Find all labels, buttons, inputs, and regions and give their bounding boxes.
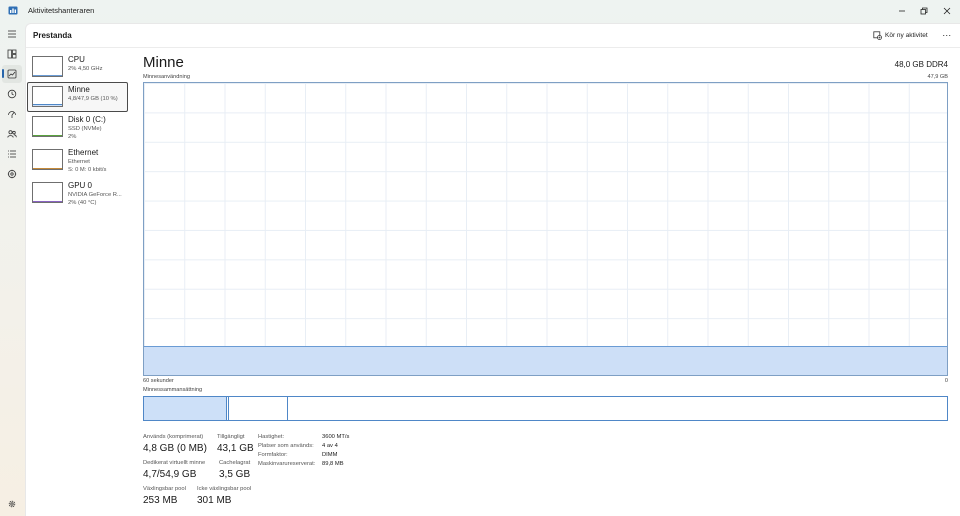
sidebar-item-detail: 2%	[68, 133, 77, 140]
memory-thumbnail-graph	[32, 86, 63, 107]
speed-label: Hastighet:	[258, 434, 285, 440]
sidebar-item-detail: 2% (40 °C)	[68, 199, 97, 206]
run-new-task-label: Kör ny aktivitet	[885, 31, 928, 39]
processes-icon	[7, 49, 17, 59]
memory-usage-area	[144, 345, 947, 375]
services-icon	[7, 169, 17, 179]
sidebar-item-ethernet[interactable]: Ethernet Ethernet S: 0 M: 0 kbit/s	[27, 145, 128, 175]
cached-label: Cachelagrat	[219, 460, 251, 466]
sidebar-item-gpu[interactable]: GPU 0 NVIDIA GeForce R... 2% (40 °C)	[27, 178, 128, 208]
nav-details[interactable]	[2, 145, 22, 163]
usage-graph-label: Minnesanvändning	[143, 74, 190, 80]
nav-performance[interactable]	[2, 65, 22, 83]
restore-icon	[920, 7, 928, 15]
app-history-icon	[7, 89, 17, 99]
nav-startup-apps[interactable]	[2, 105, 22, 123]
sidebar-item-cpu[interactable]: CPU 2% 4,50 GHz	[27, 52, 128, 82]
slots-used-label: Platser som används:	[258, 443, 314, 449]
sidebar-item-detail: Ethernet	[68, 159, 90, 165]
graph-time-end: 0	[944, 378, 948, 384]
sidebar-item-label: Ethernet	[68, 148, 99, 157]
sidebar-item-label: GPU 0	[68, 181, 93, 190]
sidebar-item-detail: 4,8/47,9 GB (10 %)	[68, 96, 118, 102]
nav-users[interactable]	[2, 125, 22, 143]
speed-value: 3600 MT/s	[322, 434, 350, 440]
sidebar-item-memory[interactable]: Minne 4,8/47,9 GB (10 %)	[27, 82, 128, 112]
details-icon	[8, 150, 16, 158]
composition-label: Minnessammansättning	[143, 387, 203, 393]
hardware-reserved-value: 89,8 MB	[322, 461, 344, 467]
minimize-button[interactable]	[890, 0, 914, 22]
sidebar-item-label: CPU	[68, 55, 85, 64]
nav-services[interactable]	[2, 165, 22, 183]
committed-label: Dedikerat virtuellt minne	[143, 460, 206, 466]
memory-composition-bar[interactable]	[143, 396, 948, 421]
sidebar-item-detail: NVIDIA GeForce R...	[68, 192, 122, 198]
hardware-reserved-label: Maskinvarureserverat:	[258, 461, 316, 467]
gpu-thumbnail-graph	[32, 182, 63, 203]
minimize-icon	[899, 10, 905, 12]
paged-pool-label: Växlingsbar pool	[143, 486, 186, 492]
window-title: Aktivitetshanteraren	[28, 6, 95, 15]
gear-icon	[8, 500, 16, 508]
startup-apps-icon	[8, 111, 16, 118]
memory-spec: 48,0 GB DDR4	[894, 60, 948, 69]
restore-button[interactable]	[912, 0, 936, 22]
run-task-icon	[873, 30, 882, 40]
users-icon	[7, 130, 17, 138]
close-icon	[943, 7, 951, 15]
available-value: 43,1 GB	[217, 443, 254, 454]
nav-processes[interactable]	[2, 45, 22, 63]
nav-settings[interactable]	[2, 495, 22, 513]
form-factor-value: DIMM	[322, 452, 338, 458]
graph-time-span: 60 sekunder	[143, 378, 174, 384]
form-factor-label: Formfaktor:	[258, 452, 288, 458]
more-options-button[interactable]: ...	[940, 29, 954, 41]
sidebar-item-disk[interactable]: Disk 0 (C:) SSD (NVMe) 2%	[27, 112, 128, 142]
composition-standby	[229, 397, 288, 420]
task-manager-app-icon	[8, 6, 18, 15]
run-new-task-button[interactable]: Kör ny aktivitet	[873, 29, 928, 41]
usage-graph-max: 47,9 GB	[927, 74, 948, 80]
sidebar-item-label: Minne	[68, 85, 90, 94]
committed-value: 4,7/54,9 GB	[143, 469, 197, 480]
title-bar: Aktivitetshanteraren	[0, 0, 960, 22]
close-button[interactable]	[935, 0, 959, 22]
slots-used-value: 4 av 4	[322, 443, 338, 449]
sidebar-item-detail: SSD (NVMe)	[68, 126, 102, 132]
nonpaged-pool-value: 301 MB	[197, 495, 232, 506]
in-use-value: 4,8 GB (0 MB)	[143, 443, 207, 454]
menu-icon	[8, 30, 16, 38]
nav-menu-button[interactable]	[2, 25, 22, 43]
memory-usage-graph	[143, 82, 948, 376]
composition-in-use	[144, 397, 227, 420]
sidebar-item-label: Disk 0 (C:)	[68, 115, 106, 124]
memory-title: Minne	[143, 54, 184, 71]
ethernet-thumbnail-graph	[32, 149, 63, 170]
cached-value: 3,5 GB	[219, 469, 251, 480]
in-use-label: Används (komprimerat)	[143, 434, 204, 440]
nonpaged-pool-label: Icke växlingsbar pool	[197, 486, 252, 492]
cpu-thumbnail-graph	[32, 56, 63, 77]
nav-app-history[interactable]	[2, 85, 22, 103]
sidebar-item-detail: S: 0 M: 0 kbit/s	[68, 166, 107, 173]
available-label: Tillgängligt	[217, 434, 245, 440]
paged-pool-value: 253 MB	[143, 495, 178, 506]
page-title: Prestanda	[33, 31, 72, 40]
performance-icon	[7, 69, 17, 79]
sidebar-item-detail: 2% 4,50 GHz	[68, 66, 103, 72]
header-divider	[26, 47, 960, 48]
disk-thumbnail-graph	[32, 116, 63, 137]
